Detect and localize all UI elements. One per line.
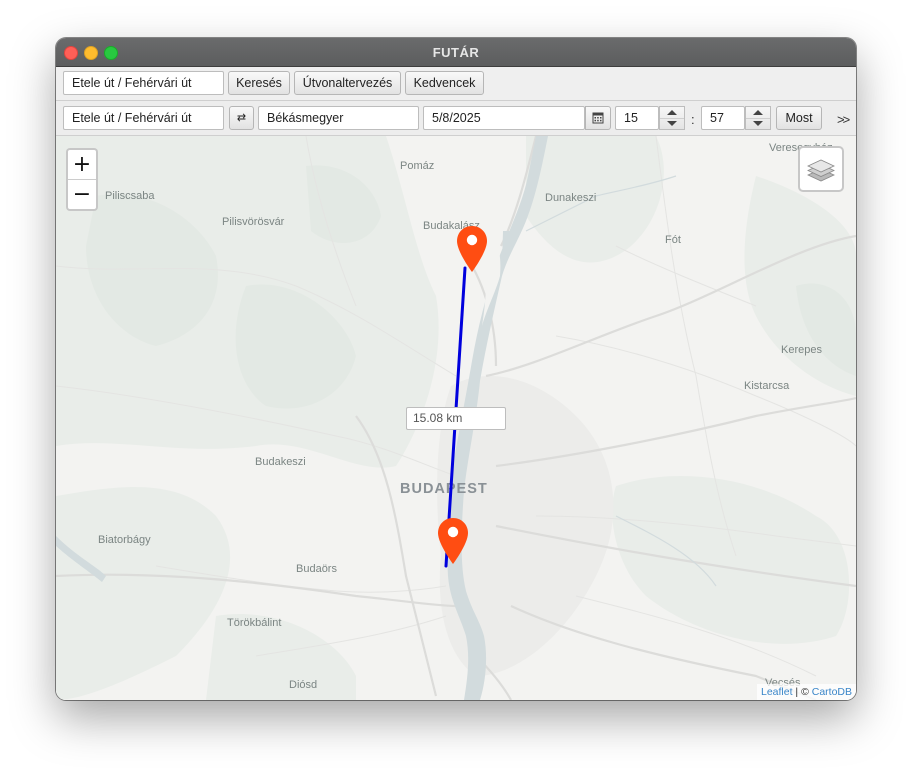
date-input[interactable]: 5/8/2025 [423, 106, 585, 130]
route-planning-button[interactable]: Útvonaltervezés [294, 71, 401, 95]
distance-label: 15.08 km [406, 407, 506, 430]
arrow-down-icon [667, 121, 677, 126]
window-title: FUTÁR [432, 45, 480, 60]
minute-stepper[interactable] [745, 106, 771, 130]
arrow-up-icon [667, 110, 677, 115]
minute-decrement-button[interactable] [746, 118, 770, 129]
arrow-down-icon [753, 121, 763, 126]
hour-stepper[interactable] [659, 106, 685, 130]
zoom-control: + − [66, 148, 98, 211]
leaflet-link[interactable]: Leaflet [761, 686, 793, 698]
start-marker[interactable] [456, 225, 488, 273]
calendar-icon [592, 112, 604, 124]
search-input[interactable]: Etele út / Fehérvári út [63, 71, 224, 95]
layers-button[interactable] [798, 146, 844, 192]
time-separator: : [691, 112, 695, 127]
minute-input[interactable]: 57 [701, 106, 745, 130]
map-attribution: Leaflet | © CartoDB [756, 684, 856, 700]
arrow-up-icon [753, 110, 763, 115]
map-pin-icon [457, 226, 487, 272]
cartodb-link[interactable]: CartoDB [812, 686, 852, 698]
favorites-button[interactable]: Kedvencek [405, 71, 484, 95]
hour-decrement-button[interactable] [660, 118, 684, 129]
more-options-button[interactable]: >> [837, 112, 850, 127]
zoom-out-button[interactable]: − [68, 180, 96, 209]
zoom-in-button[interactable]: + [68, 150, 96, 180]
destination-marker[interactable] [437, 517, 469, 565]
swap-button[interactable]: ⇄ [229, 106, 254, 130]
from-input[interactable]: Etele út / Fehérvári út [63, 106, 224, 130]
hour-input[interactable]: 15 [615, 106, 659, 130]
attribution-separator: | © [792, 686, 812, 698]
layers-icon [807, 159, 835, 182]
search-button[interactable]: Keresés [228, 71, 290, 95]
route-toolbar: Etele út / Fehérvári út ⇄ Békásmegyer 5/… [56, 101, 856, 136]
map-view[interactable]: Pomáz Veresegyház Piliscsaba Dunakeszi P… [56, 136, 856, 700]
search-toolbar: Etele út / Fehérvári út Keresés Útvonalt… [56, 67, 856, 101]
app-window: FUTÁR Etele út / Fehérvári út Keresés Út… [56, 38, 856, 700]
now-button[interactable]: Most [776, 106, 822, 130]
map-pin-icon [438, 518, 468, 564]
to-input[interactable]: Békásmegyer [258, 106, 419, 130]
calendar-button[interactable] [585, 106, 611, 130]
title-bar: FUTÁR [56, 38, 856, 67]
